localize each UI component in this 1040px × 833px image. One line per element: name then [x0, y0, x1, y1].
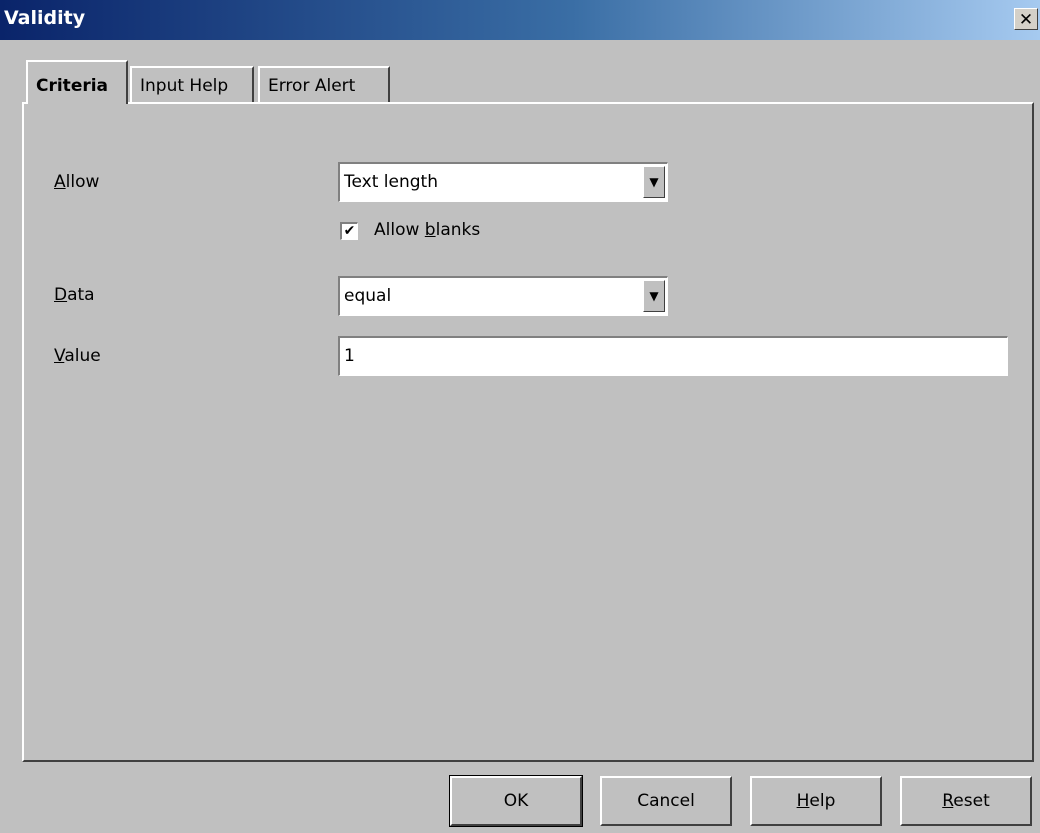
allow-select-value: Text length	[344, 172, 438, 192]
value-input[interactable]: 1	[338, 336, 1008, 376]
reset-button[interactable]: Reset	[900, 776, 1032, 826]
data-select[interactable]: equal ▼	[338, 276, 668, 316]
close-button[interactable]: ✕	[1014, 8, 1038, 30]
data-label: Data	[54, 285, 95, 305]
allow-blanks-label[interactable]: Allow blanks	[374, 220, 480, 240]
chevron-down-icon: ▼	[649, 175, 659, 189]
tab-criteria-label: Criteria	[36, 76, 109, 96]
window-title: Validity	[4, 7, 86, 29]
close-icon: ✕	[1018, 10, 1034, 30]
tab-criteria[interactable]: Criteria	[26, 60, 128, 104]
data-dropdown-button[interactable]: ▼	[643, 280, 665, 312]
checkmark-icon: ✔	[343, 223, 356, 239]
chevron-down-icon: ▼	[649, 289, 659, 303]
allow-label: Allow	[54, 172, 100, 192]
ok-button[interactable]: OK	[449, 775, 583, 827]
data-select-value: equal	[344, 286, 392, 306]
tab-error-alert-label: Error Alert	[268, 76, 356, 96]
title-bar: Validity ✕	[0, 0, 1040, 40]
value-label: Value	[54, 346, 101, 366]
tab-input-help[interactable]: Input Help	[130, 66, 254, 102]
help-button[interactable]: Help	[750, 776, 882, 826]
cancel-button[interactable]: Cancel	[600, 776, 732, 826]
allow-dropdown-button[interactable]: ▼	[643, 166, 665, 198]
allow-select[interactable]: Text length ▼	[338, 162, 668, 202]
tab-input-help-label: Input Help	[140, 76, 229, 96]
value-input-text: 1	[344, 346, 355, 366]
tab-error-alert[interactable]: Error Alert	[258, 66, 390, 102]
allow-blanks-checkbox[interactable]: ✔	[340, 222, 358, 240]
